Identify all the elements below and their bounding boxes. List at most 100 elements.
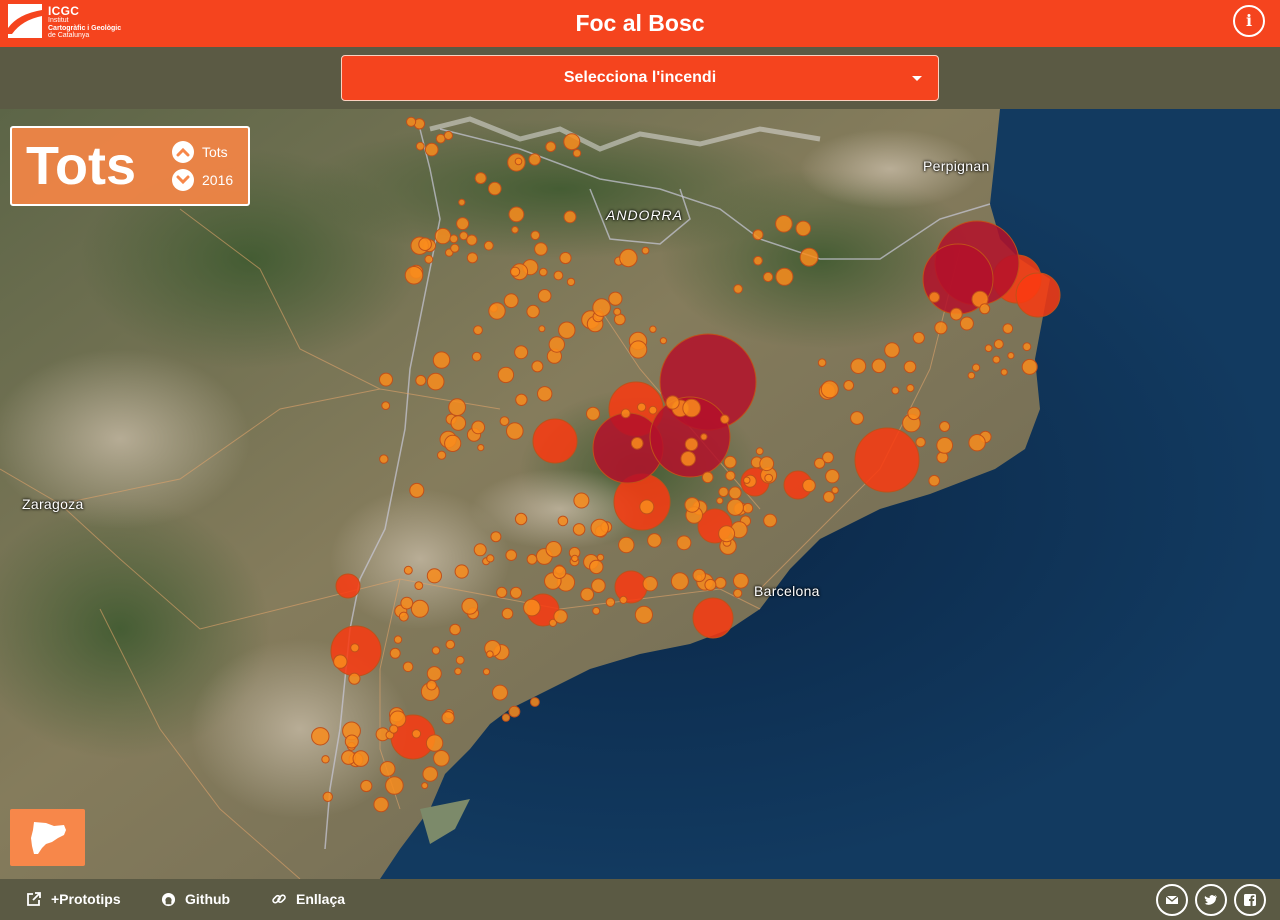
fire-marker[interactable] [418,237,432,251]
fire-marker[interactable] [763,271,774,283]
github-link[interactable]: Github [161,891,230,907]
fire-marker[interactable] [424,142,439,157]
fire-marker[interactable] [545,141,557,153]
fire-marker[interactable] [409,482,425,498]
fire-marker[interactable] [906,384,915,393]
fire-marker[interactable] [474,172,487,185]
fire-marker[interactable] [850,358,867,375]
fire-marker[interactable] [637,402,647,412]
fire-marker[interactable] [634,605,654,624]
fire-marker[interactable] [775,215,793,233]
fire-marker[interactable] [348,672,361,685]
fire-marker[interactable] [400,596,414,610]
fire-marker[interactable] [497,366,515,384]
fire-marker[interactable] [949,307,963,321]
fire-marker[interactable] [733,572,749,589]
fire-marker[interactable] [482,668,491,676]
fire-marker[interactable] [450,415,467,431]
fire-marker[interactable] [648,405,658,415]
fire-marker[interactable] [509,586,523,599]
fire-marker[interactable] [701,471,714,484]
fire-marker[interactable] [1007,352,1015,360]
fire-marker[interactable] [714,576,727,589]
fire-marker[interactable] [389,710,407,728]
fire-marker[interactable] [871,358,887,374]
fire-marker[interactable] [414,581,424,591]
fire-marker[interactable] [854,427,920,493]
fire-marker[interactable] [959,316,974,331]
fire-marker[interactable] [492,684,508,701]
fire-marker[interactable] [753,255,763,266]
fire-marker[interactable] [967,371,976,380]
fire-marker[interactable] [1015,272,1061,318]
fire-marker[interactable] [799,247,819,267]
filter-down-button[interactable]: 2016 [172,168,233,192]
fire-marker[interactable] [421,782,429,790]
fire-marker[interactable] [718,525,736,543]
fire-marker[interactable] [471,420,486,435]
fire-marker[interactable] [891,386,900,395]
fire-marker[interactable] [572,523,586,536]
fire-marker[interactable] [444,434,462,452]
fire-marker[interactable] [1000,368,1008,376]
fire-marker[interactable] [684,437,699,451]
fire-marker[interactable] [435,133,446,144]
fire-marker[interactable] [605,597,616,607]
fire-marker[interactable] [692,568,706,583]
fire-marker[interactable] [775,267,794,286]
fire-select-dropdown[interactable]: Selecciona l'incendi [341,55,939,101]
fire-marker[interactable] [466,252,478,264]
fire-marker[interactable] [726,498,744,516]
fire-marker[interactable] [381,401,391,411]
filter-up-button[interactable]: Tots [172,140,228,164]
fire-marker[interactable] [425,734,444,752]
fire-marker[interactable] [1021,358,1038,375]
fire-marker[interactable] [461,597,479,615]
fire-marker[interactable] [563,210,577,224]
fire-marker[interactable] [589,559,604,575]
fire-marker[interactable] [822,451,834,464]
fire-marker[interactable] [437,450,447,460]
fire-marker[interactable] [458,198,466,206]
fire-marker[interactable] [608,291,623,306]
fire-marker[interactable] [445,639,456,650]
fire-marker[interactable] [752,229,764,241]
fire-marker[interactable] [915,437,926,448]
fire-marker[interactable] [591,578,606,594]
share-twitter-button[interactable] [1195,884,1227,916]
fire-marker[interactable] [404,266,424,285]
fire-marker[interactable] [426,372,445,391]
fire-marker[interactable] [486,554,495,563]
fire-marker[interactable] [723,455,737,469]
fire-marker[interactable] [501,607,514,620]
fire-marker[interactable] [725,470,736,481]
fire-marker[interactable] [742,502,754,514]
fire-marker[interactable] [506,422,524,440]
fire-marker[interactable] [718,486,729,498]
fire-marker[interactable] [389,647,401,659]
fire-marker[interactable] [580,587,595,602]
fire-marker[interactable] [406,116,417,127]
fire-marker[interactable] [884,342,900,358]
fire-marker[interactable] [488,181,502,196]
fire-marker[interactable] [559,251,572,265]
fire-marker[interactable] [456,217,470,231]
fire-marker[interactable] [523,598,541,617]
fire-marker[interactable] [563,133,581,151]
fire-marker[interactable] [471,351,482,362]
fire-marker[interactable] [434,227,452,245]
map-view[interactable]: ANDORRA Perpignan Zaragoza Barcelona [0,109,1280,879]
fire-marker[interactable] [473,543,487,557]
fire-marker[interactable] [528,153,541,166]
fire-marker[interactable] [968,434,986,452]
fire-marker[interactable] [424,254,434,264]
fire-marker[interactable] [508,705,521,718]
fire-marker[interactable] [389,724,399,734]
fire-marker[interactable] [410,599,429,618]
fire-marker[interactable] [831,486,839,494]
fire-marker[interactable] [539,267,548,277]
fire-marker[interactable] [379,454,389,464]
fire-marker[interactable] [642,576,658,592]
fire-marker[interactable] [514,345,529,360]
fire-marker[interactable] [936,437,954,454]
